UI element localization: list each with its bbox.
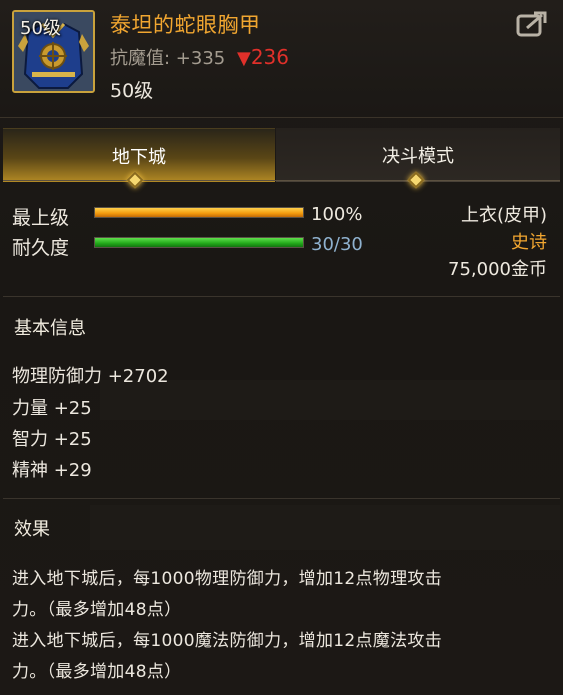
item-level-badge: 50级 [20,18,61,39]
tab-divider [3,180,560,181]
attr-intelligence: 智力 +25 [12,429,92,450]
item-slot: 上衣(皮甲) [460,205,547,226]
item-price: 75,000金币 [448,259,547,280]
attr-physical-defense: 物理防御力 +2702 [12,366,169,387]
magic-resist-diff: 236 [250,45,289,69]
required-level: 50级 [110,80,154,102]
effect-line: 力。（最多增加48点） [12,600,182,620]
upgrade-bar [94,207,304,218]
attr-spirit: 精神 +29 [12,460,92,481]
effect-title: 效果 [14,519,50,540]
item-header: 50级 泰坦的蛇眼胸甲 抗魔值: +335 ▼236 50级 [0,0,563,118]
durability-value: 30/30 [311,234,363,255]
durability-label: 耐久度 [12,237,70,259]
down-arrow-icon: ▼ [236,48,251,69]
magic-resist-label: 抗魔值: +335 [110,48,226,69]
effect-line: 进入地下城后，每1000物理防御力，增加12点物理攻击 [12,569,442,589]
share-icon[interactable] [516,10,548,38]
item-tooltip-panel: 50级 泰坦的蛇眼胸甲 抗魔值: +335 ▼236 50级 地下城 决斗模式 … [0,0,563,695]
basic-info-title: 基本信息 [14,318,86,339]
item-rarity: 史诗 [511,232,547,253]
upgrade-value: 100% [311,204,363,225]
upgrade-bar-fill [95,208,303,217]
effect-line: 进入地下城后，每1000魔法防御力，增加12点魔法攻击 [12,631,442,651]
mode-tabs: 地下城 决斗模式 [0,128,563,182]
attr-strength: 力量 +25 [12,398,92,419]
background-ghost [90,505,560,550]
divider [3,296,560,297]
durability-bar [94,237,304,248]
magic-resist-row: 抗魔值: +335 ▼236 [110,44,289,70]
item-name: 泰坦的蛇眼胸甲 [110,13,261,37]
tab-dungeon[interactable]: 地下城 [3,128,275,182]
background-ghost [100,380,560,420]
upgrade-label: 最上级 [12,207,70,229]
divider [3,498,560,499]
chest-armor-icon: 50级 [12,10,95,93]
effect-line: 力。（最多增加48点） [12,662,182,682]
durability-bar-fill [95,238,303,247]
